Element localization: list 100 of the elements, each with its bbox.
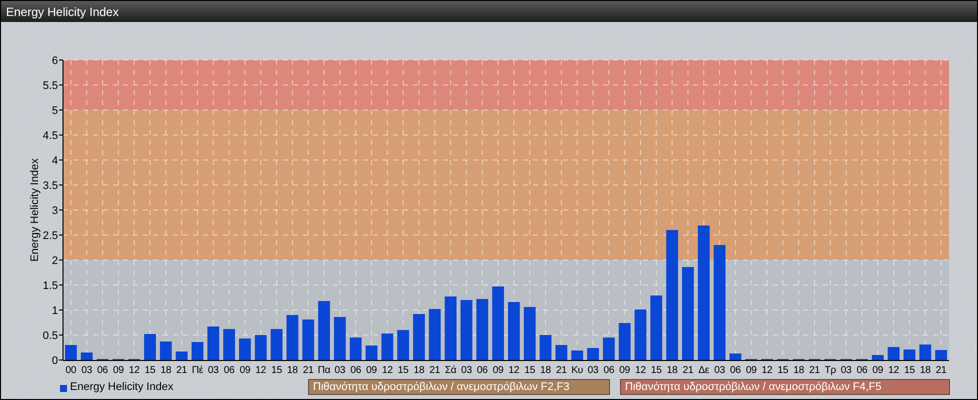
x-tick-label: 12 bbox=[762, 365, 772, 376]
x-tick-label: 15 bbox=[398, 365, 409, 376]
y-tick-label: 4.5 bbox=[42, 130, 58, 142]
x-tick-label: 12 bbox=[508, 365, 520, 376]
y-tick-label: 3 bbox=[52, 205, 58, 217]
x-tick-label: Κυ bbox=[571, 365, 584, 376]
x-tick-label: 18 bbox=[160, 365, 172, 376]
bar bbox=[872, 355, 884, 360]
x-tick-label: 21 bbox=[682, 365, 694, 376]
legend-label: Energy Helicity Index bbox=[70, 380, 174, 395]
bar bbox=[302, 320, 314, 360]
bar bbox=[192, 342, 204, 360]
bar bbox=[428, 309, 441, 360]
x-tick-label: 03 bbox=[334, 365, 346, 376]
bar bbox=[413, 314, 425, 360]
x-tick-label: 21 bbox=[556, 365, 567, 376]
x-tick-label: 03 bbox=[461, 365, 472, 376]
bar bbox=[350, 338, 362, 360]
x-tick-label: 09 bbox=[113, 365, 124, 376]
x-tick-label: 06 bbox=[603, 365, 614, 376]
y-tick-label: 2.5 bbox=[42, 230, 58, 242]
x-tick-label: 03 bbox=[588, 365, 598, 376]
bar bbox=[160, 342, 172, 360]
y-tick-label: 2 bbox=[52, 255, 58, 267]
bar bbox=[207, 326, 220, 360]
y-tick-label: 5.5 bbox=[42, 80, 58, 92]
bar bbox=[286, 315, 298, 360]
x-tick-label: 03 bbox=[714, 365, 725, 376]
x-tick-label: 06 bbox=[856, 365, 868, 376]
bar bbox=[334, 317, 346, 360]
x-tick-label: 18 bbox=[920, 365, 931, 376]
x-tick-label: 03 bbox=[208, 365, 219, 376]
y-tick-label: 4 bbox=[52, 155, 58, 167]
x-tick-label: 03 bbox=[81, 365, 92, 376]
bar bbox=[540, 335, 552, 360]
x-tick-label: 18 bbox=[793, 365, 804, 376]
x-tick-label: 15 bbox=[904, 365, 915, 376]
x-tick-label: 03 bbox=[840, 365, 852, 376]
bar bbox=[618, 323, 631, 360]
bar bbox=[634, 310, 646, 360]
bar bbox=[460, 300, 472, 360]
y-tick-label: 1 bbox=[52, 305, 58, 317]
x-tick-label: 15 bbox=[778, 365, 788, 376]
x-tick-label: Πέ bbox=[192, 365, 204, 376]
bar bbox=[65, 345, 77, 360]
band-legend-label: Πιθανότητα υδροστρόβιλων / ανεμοστρόβιλων F4,F5 bbox=[620, 379, 950, 395]
y-tick-label: 1.5 bbox=[42, 280, 58, 292]
x-tick-label: 21 bbox=[302, 365, 314, 376]
x-tick-label: 15 bbox=[144, 365, 156, 376]
bar bbox=[730, 354, 742, 360]
x-tick-label: 21 bbox=[936, 365, 946, 376]
x-tick-label: 18 bbox=[540, 365, 551, 376]
bar bbox=[366, 346, 378, 360]
x-tick-label: 06 bbox=[350, 365, 362, 376]
bar bbox=[571, 350, 584, 360]
band-legend-label: Πιθανότητα υδροστρόβιλων / ανεμοστρόβιλων F2,F3 bbox=[308, 379, 610, 395]
bar bbox=[904, 350, 916, 360]
x-tick-label: 12 bbox=[635, 365, 646, 376]
window-title: Energy Helicity Index bbox=[6, 4, 119, 20]
x-tick-label: 15 bbox=[650, 365, 662, 376]
x-tick-label: 06 bbox=[476, 365, 488, 376]
bar bbox=[144, 334, 156, 360]
x-tick-label: 09 bbox=[619, 365, 630, 376]
x-tick-label: 12 bbox=[255, 365, 266, 376]
y-tick-label: 3.5 bbox=[42, 180, 58, 192]
x-tick-label: 18 bbox=[414, 365, 424, 376]
x-tick-label: 18 bbox=[287, 365, 298, 376]
y-axis-title: Energy Helicity Index bbox=[29, 158, 41, 262]
x-tick-label: Δε bbox=[698, 365, 710, 376]
bar bbox=[254, 335, 267, 360]
x-tick-label: 21 bbox=[176, 365, 188, 376]
bar bbox=[919, 344, 932, 360]
bar bbox=[223, 329, 236, 360]
bar bbox=[80, 352, 93, 360]
x-tick-label: Πα bbox=[318, 365, 330, 376]
x-tick-label: 15 bbox=[524, 365, 536, 376]
x-tick-label: 12 bbox=[128, 365, 140, 376]
y-tick-label: 6 bbox=[52, 55, 58, 67]
bar bbox=[524, 307, 536, 360]
bar bbox=[381, 334, 394, 360]
x-tick-label: 09 bbox=[492, 365, 504, 376]
x-tick-label: 12 bbox=[382, 365, 393, 376]
x-tick-label: Τρ bbox=[824, 365, 836, 376]
x-tick-label: 09 bbox=[872, 365, 884, 376]
y-tick-label: 0 bbox=[52, 355, 58, 367]
bar bbox=[176, 352, 188, 360]
bar bbox=[888, 347, 900, 360]
bar bbox=[650, 296, 662, 360]
bar bbox=[935, 350, 947, 360]
x-tick-label: 09 bbox=[240, 365, 250, 376]
y-tick-label: 0.5 bbox=[42, 330, 58, 342]
x-tick-label: 21 bbox=[429, 365, 440, 376]
x-tick-label: 06 bbox=[97, 365, 108, 376]
x-tick-label: 18 bbox=[666, 365, 678, 376]
bar bbox=[587, 348, 599, 360]
bar bbox=[239, 338, 251, 360]
x-tick-label: 09 bbox=[366, 365, 377, 376]
x-tick-label: 06 bbox=[224, 365, 234, 376]
bar bbox=[476, 299, 488, 360]
x-tick-label: 09 bbox=[746, 365, 757, 376]
